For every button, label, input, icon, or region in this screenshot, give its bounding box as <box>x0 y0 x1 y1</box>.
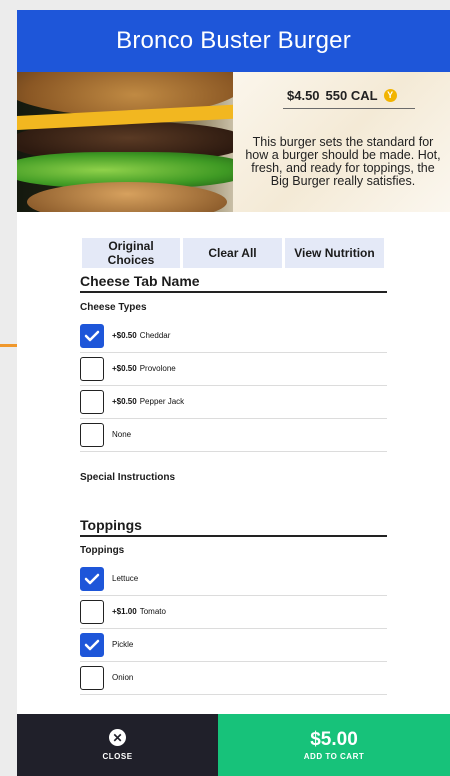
option-name: Tomato <box>139 607 166 616</box>
cheese-option[interactable]: None <box>80 418 387 452</box>
toppings-section-title: Toppings <box>80 517 387 537</box>
product-price: $4.50 <box>287 87 320 103</box>
option-price: +$1.00 <box>112 607 137 616</box>
option-name: Lettuce <box>112 574 139 583</box>
checkbox-icon[interactable] <box>80 356 104 381</box>
cheese-section-title: Cheese Tab Name <box>80 273 387 293</box>
option-name: Provolone <box>139 364 176 373</box>
checkbox-icon[interactable] <box>80 599 104 624</box>
option-price: +$0.50 <box>112 397 137 406</box>
checkbox-checked-icon[interactable] <box>80 566 104 591</box>
close-label: CLOSE <box>102 752 133 761</box>
original-choices-button[interactable]: Original Choices <box>82 238 180 268</box>
close-button[interactable]: ✕ CLOSE <box>17 714 218 776</box>
option-price: +$0.50 <box>112 364 137 373</box>
view-nutrition-button[interactable]: View Nutrition <box>285 238 384 268</box>
add-to-cart-label: ADD TO CART <box>303 751 365 761</box>
product-customizer-panel: Bronco Buster Burger $4.50 550 CAL Y Thi… <box>17 10 450 776</box>
checkbox-icon[interactable] <box>80 422 104 447</box>
checkbox-icon[interactable] <box>80 665 104 690</box>
topping-option[interactable]: Pickle <box>80 628 387 662</box>
y-badge-icon: Y <box>383 88 397 102</box>
cheese-option[interactable]: +$0.50 Provolone <box>80 352 387 386</box>
product-title: Bronco Buster Burger <box>116 27 351 54</box>
action-buttons: Original Choices Clear All View Nutritio… <box>82 238 384 268</box>
price-calorie-row: $4.50 550 CAL Y <box>283 82 415 109</box>
burger-image <box>17 72 233 212</box>
cheese-option[interactable]: +$0.50 Cheddar <box>80 319 387 353</box>
option-name: Cheddar <box>139 331 171 340</box>
product-description: This burger sets the standard for how a … <box>245 135 441 188</box>
topping-option[interactable]: Lettuce <box>80 562 387 596</box>
option-name: Onion <box>112 673 134 682</box>
calorie-count: 550 CAL <box>325 87 378 103</box>
option-price: +$0.50 <box>112 331 137 340</box>
special-instructions-label[interactable]: Special Instructions <box>80 472 175 483</box>
cheese-option[interactable]: +$0.50 Pepper Jack <box>80 385 387 419</box>
checkbox-icon[interactable] <box>80 389 104 414</box>
checkbox-checked-icon[interactable] <box>80 323 104 348</box>
topping-option[interactable]: +$1.00 Tomato <box>80 595 387 629</box>
product-info: $4.50 550 CAL Y This burger sets the sta… <box>233 72 450 212</box>
footer-bar: ✕ CLOSE $5.00 ADD TO CART <box>17 714 450 776</box>
toppings-group-label: Toppings <box>80 545 125 556</box>
header: Bronco Buster Burger <box>17 10 450 72</box>
option-name: None <box>112 430 132 439</box>
topping-option[interactable]: Onion <box>80 661 387 695</box>
clear-all-button[interactable]: Clear All <box>183 238 282 268</box>
option-name: Pickle <box>112 640 134 649</box>
cart-total: $5.00 <box>310 728 358 750</box>
hero-section: $4.50 550 CAL Y This burger sets the sta… <box>17 72 450 212</box>
option-name: Pepper Jack <box>139 397 185 406</box>
close-icon: ✕ <box>109 729 126 746</box>
add-to-cart-button[interactable]: $5.00 ADD TO CART <box>218 714 450 776</box>
cheese-group-label: Cheese Types <box>80 302 147 313</box>
checkbox-checked-icon[interactable] <box>80 632 104 657</box>
